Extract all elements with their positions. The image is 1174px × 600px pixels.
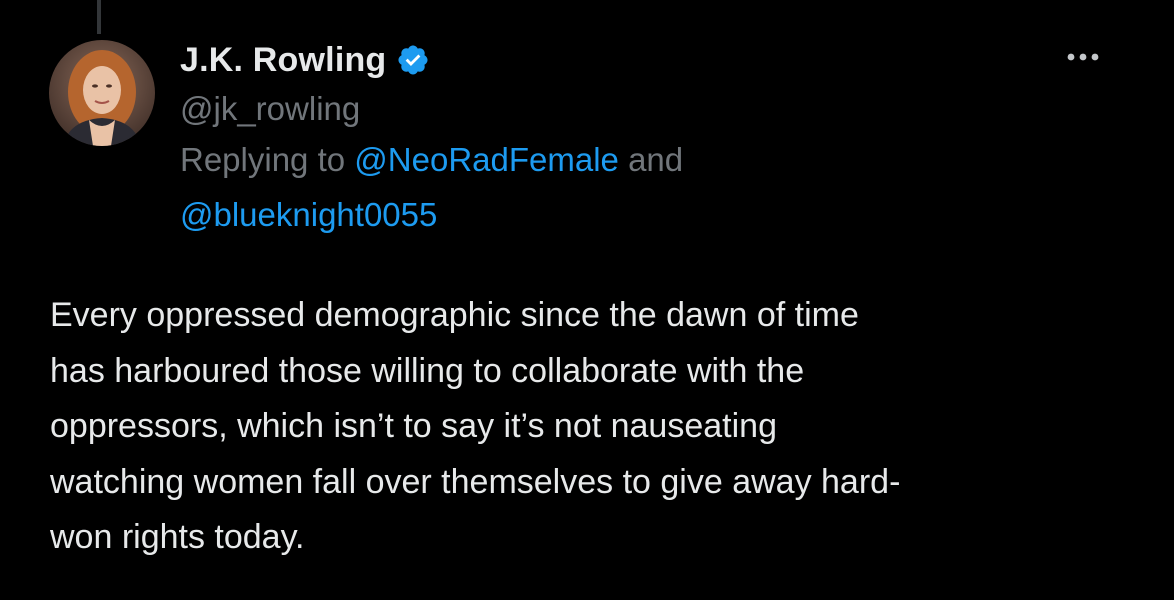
tweet-text-line: won rights today. bbox=[50, 518, 305, 556]
reply-context: Replying to @NeoRadFemale and @blueknigh… bbox=[180, 132, 1020, 242]
tweet-text: Every oppressed demographic since the da… bbox=[50, 288, 1150, 566]
reply-mention-2[interactable]: @blueknight0055 bbox=[180, 196, 437, 233]
reply-mention-1[interactable]: @NeoRadFemale bbox=[354, 141, 619, 178]
avatar-image bbox=[49, 40, 155, 146]
tweet-text-line: oppressors, which isn’t to say it’s not … bbox=[50, 407, 777, 445]
avatar[interactable] bbox=[49, 40, 155, 146]
tweet-text-line: has harboured those willing to collabora… bbox=[50, 351, 805, 390]
reply-conjunction: and bbox=[628, 141, 684, 178]
more-options-icon[interactable] bbox=[1055, 42, 1111, 72]
thread-connector-line bbox=[97, 0, 101, 34]
author-row: J.K. Rowling bbox=[180, 38, 1020, 82]
tweet-text-line: watching women fall over themselves to g… bbox=[50, 462, 901, 501]
author-display-name[interactable]: J.K. Rowling bbox=[180, 41, 386, 80]
author-handle[interactable]: @jk_rowling bbox=[180, 86, 1020, 132]
verified-badge-icon bbox=[396, 43, 430, 77]
reply-prefix: Replying to bbox=[180, 141, 346, 178]
tweet-header: J.K. Rowling @jk_rowling Replying to @Ne… bbox=[180, 38, 1020, 242]
tweet-text-line: Every oppressed demographic since the da… bbox=[50, 296, 859, 334]
